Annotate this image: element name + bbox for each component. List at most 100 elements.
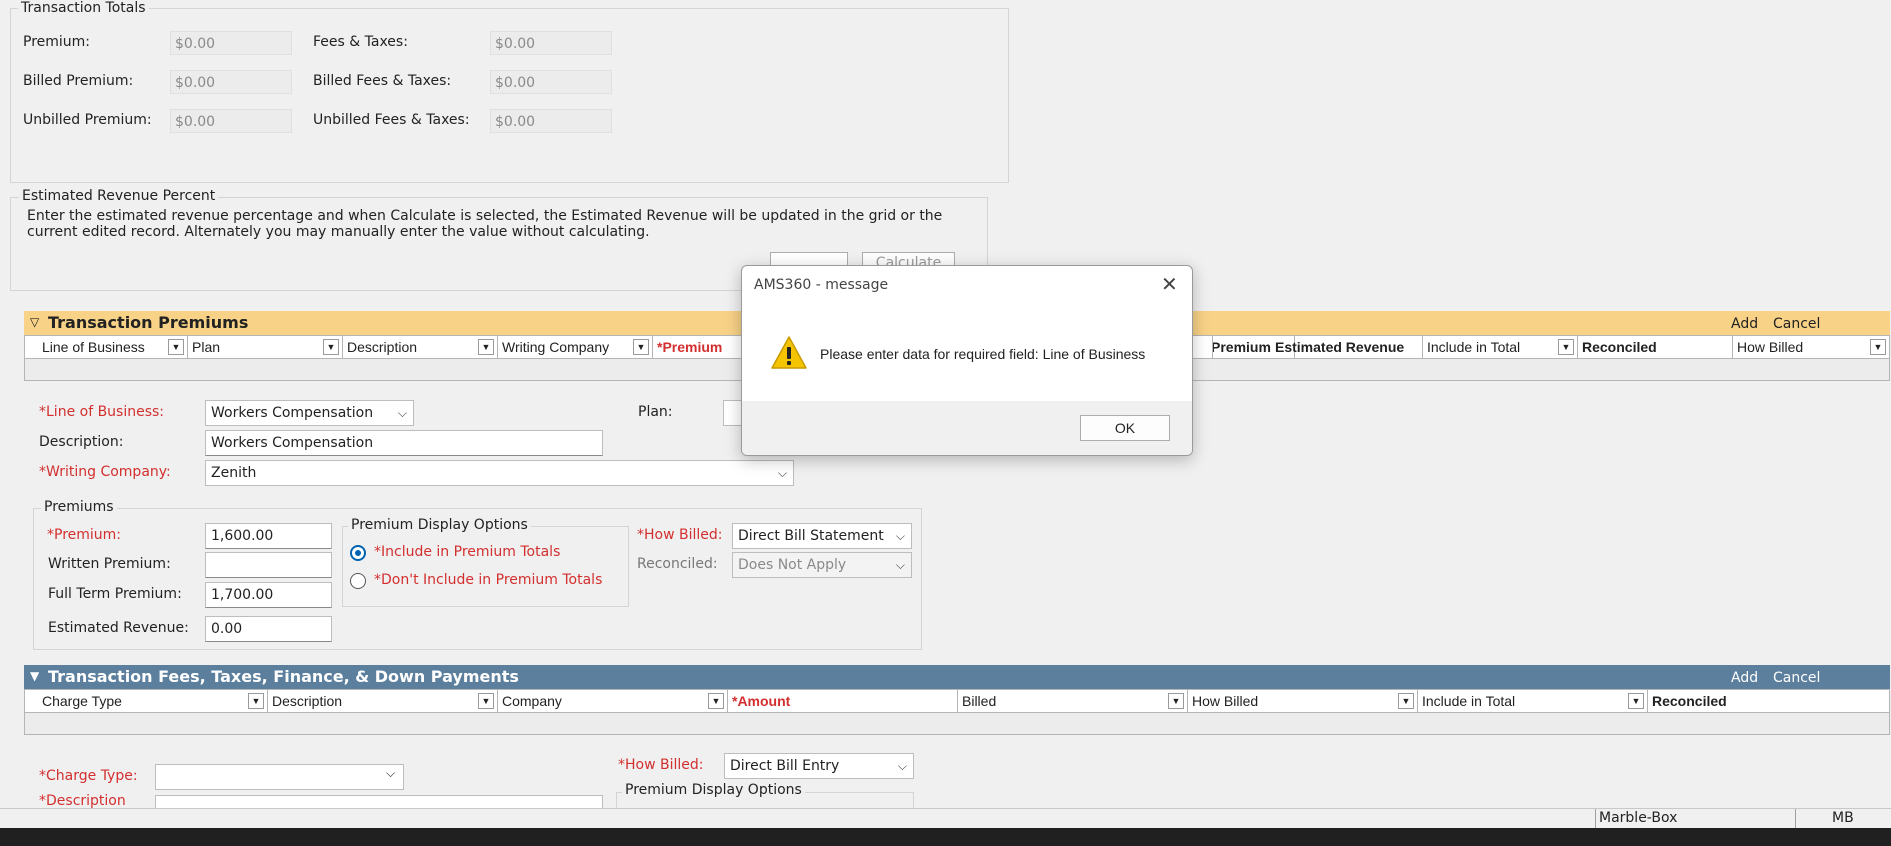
fee-display-options-legend: Premium Display Options xyxy=(622,782,805,798)
column-filter-dropdown-icon[interactable]: ▼ xyxy=(1870,339,1886,355)
billed-premium-value: $0.00 xyxy=(170,70,292,94)
premium-total-value: $0.00 xyxy=(170,31,292,55)
unbilled-premium-value: $0.00 xyxy=(170,109,292,133)
chevron-down-icon: ⌵ xyxy=(397,406,407,420)
writing-company-label: *Writing Company: xyxy=(39,464,171,480)
transaction-fees-bar: ▼ Transaction Fees, Taxes, Finance, & Do… xyxy=(24,665,1890,689)
unbilled-premium-label: Unbilled Premium: xyxy=(23,112,152,128)
column-filter-dropdown-icon[interactable]: ▼ xyxy=(323,339,339,355)
fee-how-billed-select[interactable]: Direct Bill Entry ⌵ xyxy=(724,753,914,779)
column-filter-dropdown-icon[interactable]: ▼ xyxy=(168,339,184,355)
grid-col-estimated-revenue[interactable]: Estimated Revenue xyxy=(1271,336,1423,358)
premium-input[interactable]: 1,600.00 xyxy=(205,523,332,549)
fees-add-link[interactable]: Add xyxy=(1731,670,1758,686)
premium-total-label: Premium: xyxy=(23,34,91,50)
fees-grid-empty-row xyxy=(24,713,1890,735)
premium-display-options-legend: Premium Display Options xyxy=(348,517,531,533)
column-filter-dropdown-icon[interactable]: ▼ xyxy=(1168,693,1184,709)
premium-display-options-group xyxy=(342,526,629,607)
fees-col-charge-type[interactable]: Charge Type ▼ xyxy=(38,690,268,712)
writing-company-select[interactable]: Zenith ⌵ xyxy=(205,460,794,486)
fees-col-amount[interactable]: *Amount xyxy=(728,690,958,712)
estimated-revenue-description-2: current edited record. Alternately you m… xyxy=(27,224,650,240)
message-dialog: AMS360 - message ✕ Please enter data for… xyxy=(741,265,1193,456)
column-filter-dropdown-icon[interactable]: ▼ xyxy=(478,339,494,355)
premiums-legend: Premiums xyxy=(41,499,117,515)
premium-label: *Premium: xyxy=(47,527,122,543)
charge-type-label: *Charge Type: xyxy=(39,768,138,784)
ok-button[interactable]: OK xyxy=(1080,415,1170,441)
warning-icon xyxy=(771,336,807,369)
line-of-business-label: *Line of Business: xyxy=(39,404,165,420)
status-initials: MB xyxy=(1832,810,1854,826)
full-term-premium-label: Full Term Premium: xyxy=(48,586,182,602)
premiums-cancel-link[interactable]: Cancel xyxy=(1773,316,1820,332)
full-term-premium-input[interactable]: 1,700.00 xyxy=(205,582,332,608)
fees-col-company[interactable]: Company ▼ xyxy=(498,690,728,712)
status-bar: Marble-Box MB xyxy=(0,808,1891,829)
fees-col-include-in-total[interactable]: Include in Total ▼ xyxy=(1418,690,1648,712)
description-input[interactable]: Workers Compensation xyxy=(205,430,603,456)
column-filter-dropdown-icon[interactable]: ▼ xyxy=(478,693,494,709)
dont-include-in-premium-totals-radio[interactable] xyxy=(350,573,366,589)
fee-description-label: *Description xyxy=(39,793,126,808)
chevron-down-icon: ⌵ xyxy=(386,766,396,780)
transaction-totals-legend: Transaction Totals xyxy=(18,0,149,16)
chevron-down-icon: ⌵ xyxy=(895,558,905,572)
include-in-premium-totals-radio[interactable] xyxy=(350,545,366,561)
fee-how-billed-label: *How Billed: xyxy=(618,757,704,773)
written-premium-label: Written Premium: xyxy=(48,556,171,572)
how-billed-label: *How Billed: xyxy=(637,527,723,543)
fees-grid-header: Charge Type ▼ Description ▼ Company ▼ *Amou… xyxy=(24,689,1890,713)
transaction-fees-title: Transaction Fees, Taxes, Finance, & Down… xyxy=(48,667,519,686)
how-billed-select[interactable]: Direct Bill Statement ⌵ xyxy=(732,523,912,549)
premiums-add-link[interactable]: Add xyxy=(1731,316,1758,332)
chevron-down-icon: ⌵ xyxy=(895,529,905,543)
dont-include-in-premium-totals-label[interactable]: *Don't Include in Premium Totals xyxy=(374,572,602,588)
fee-description-input[interactable] xyxy=(155,795,603,808)
column-filter-dropdown-icon[interactable]: ▼ xyxy=(633,339,649,355)
written-premium-input[interactable] xyxy=(205,552,332,578)
dialog-message: Please enter data for required field: Li… xyxy=(820,346,1146,362)
grid-col-description[interactable]: Description ▼ xyxy=(343,336,498,358)
column-filter-dropdown-icon[interactable]: ▼ xyxy=(1558,339,1574,355)
column-filter-dropdown-icon[interactable]: ▼ xyxy=(1398,693,1414,709)
reconciled-select: Does Not Apply ⌵ xyxy=(732,552,912,578)
estimated-revenue-input[interactable]: 0.00 xyxy=(205,616,332,642)
line-of-business-select[interactable]: Workers Compensation ⌵ xyxy=(205,400,414,426)
column-filter-dropdown-icon[interactable]: ▼ xyxy=(708,693,724,709)
fees-col-how-billed[interactable]: How Billed ▼ xyxy=(1188,690,1418,712)
collapse-triangle-icon[interactable]: ▼ xyxy=(30,669,39,683)
billed-premium-label: Billed Premium: xyxy=(23,73,134,89)
grid-col-reconciled[interactable]: Reconciled xyxy=(1578,336,1733,358)
estimated-revenue-legend: Estimated Revenue Percent xyxy=(19,188,219,204)
reconciled-label: Reconciled: xyxy=(637,556,718,572)
collapse-triangle-icon[interactable]: ▽ xyxy=(30,315,39,329)
status-divider xyxy=(1595,809,1596,829)
taskbar xyxy=(0,828,1891,846)
dialog-title: AMS360 - message xyxy=(754,277,889,293)
fees-col-reconciled[interactable]: Reconciled xyxy=(1648,690,1889,712)
fees-col-description[interactable]: Description ▼ xyxy=(268,690,498,712)
include-in-premium-totals-label[interactable]: *Include in Premium Totals xyxy=(374,544,560,560)
close-icon[interactable]: ✕ xyxy=(1161,272,1178,296)
estimated-revenue-label: Estimated Revenue: xyxy=(48,620,189,636)
billed-fees-label: Billed Fees & Taxes: xyxy=(313,73,452,89)
grid-col-include-in-total[interactable]: Include in Total ▼ xyxy=(1423,336,1578,358)
fees-total-label: Fees & Taxes: xyxy=(313,34,408,50)
column-filter-dropdown-icon[interactable]: ▼ xyxy=(248,693,264,709)
grid-col-how-billed[interactable]: How Billed ▼ xyxy=(1733,336,1889,358)
transaction-premiums-title: Transaction Premiums xyxy=(48,313,249,332)
grid-col-plan[interactable]: Plan ▼ xyxy=(188,336,343,358)
fees-cancel-link[interactable]: Cancel xyxy=(1773,670,1820,686)
grid-col-line-of-business[interactable]: Line of Business ▼ xyxy=(38,336,188,358)
column-filter-dropdown-icon[interactable]: ▼ xyxy=(1628,693,1644,709)
charge-type-select[interactable] xyxy=(155,764,404,790)
description-label: Description: xyxy=(39,434,124,450)
grid-col-writing-company[interactable]: Writing Company ▼ xyxy=(498,336,653,358)
unbilled-fees-label: Unbilled Fees & Taxes: xyxy=(313,112,470,128)
plan-label: Plan: xyxy=(638,404,673,420)
chevron-down-icon: ⌵ xyxy=(777,466,787,480)
unbilled-fees-value: $0.00 xyxy=(490,109,612,133)
fees-col-billed[interactable]: Billed ▼ xyxy=(958,690,1188,712)
